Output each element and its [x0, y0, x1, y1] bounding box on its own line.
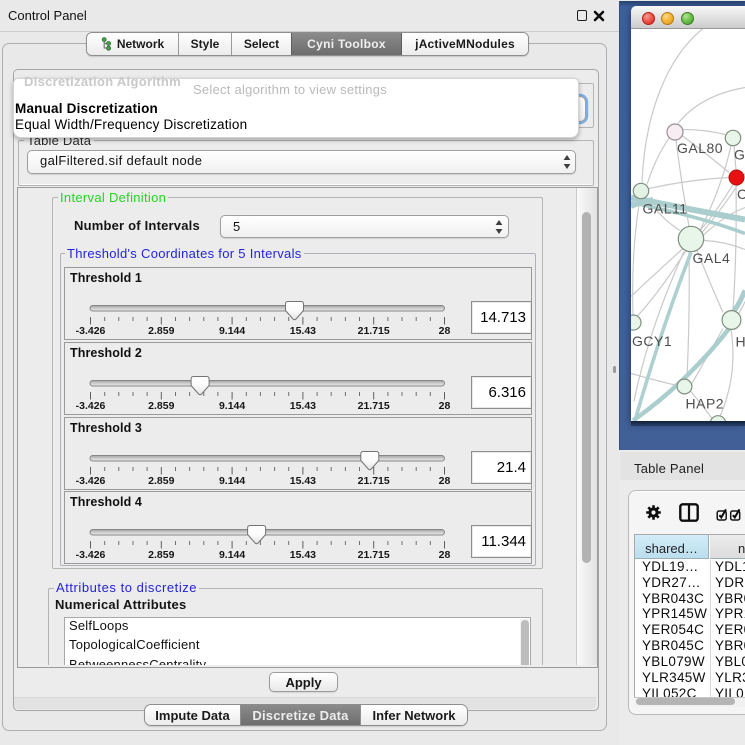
- svg-text:28: 28: [439, 475, 451, 487]
- svg-text:9.144: 9.144: [219, 475, 245, 487]
- svg-text:28: 28: [439, 549, 451, 561]
- svg-text:15.43: 15.43: [290, 549, 316, 561]
- svg-text:2.859: 2.859: [148, 549, 174, 561]
- svg-text:28: 28: [439, 325, 451, 337]
- svg-text:9.144: 9.144: [219, 325, 245, 337]
- svg-text:21.715: 21.715: [358, 400, 390, 412]
- svg-text:GCY1: GCY1: [632, 333, 672, 349]
- svg-text:15.43: 15.43: [290, 400, 316, 412]
- svg-text:15.43: 15.43: [290, 475, 316, 487]
- svg-text:2.859: 2.859: [148, 475, 174, 487]
- svg-text:28: 28: [439, 400, 451, 412]
- svg-text:-3.426: -3.426: [76, 475, 106, 487]
- svg-text:-3.426: -3.426: [76, 549, 106, 561]
- svg-text:15.43: 15.43: [290, 325, 316, 337]
- svg-text:9.144: 9.144: [219, 549, 245, 561]
- svg-text:GAL80: GAL80: [677, 140, 723, 156]
- svg-text:HAP2: HAP2: [686, 395, 725, 411]
- svg-text:GAL4: GAL4: [693, 250, 731, 266]
- svg-text:HA: HA: [736, 333, 745, 349]
- svg-text:-3.426: -3.426: [76, 325, 106, 337]
- svg-text:21.715: 21.715: [358, 325, 390, 337]
- svg-text:GAL11: GAL11: [643, 200, 688, 216]
- svg-text:2.859: 2.859: [148, 400, 174, 412]
- svg-text:2.859: 2.859: [148, 325, 174, 337]
- svg-text:GA: GA: [734, 146, 745, 162]
- svg-text:21.715: 21.715: [358, 549, 390, 561]
- svg-text:9.144: 9.144: [219, 400, 245, 412]
- svg-text:CY: CY: [737, 186, 745, 202]
- svg-text:-3.426: -3.426: [76, 400, 106, 412]
- svg-text:21.715: 21.715: [358, 475, 390, 487]
